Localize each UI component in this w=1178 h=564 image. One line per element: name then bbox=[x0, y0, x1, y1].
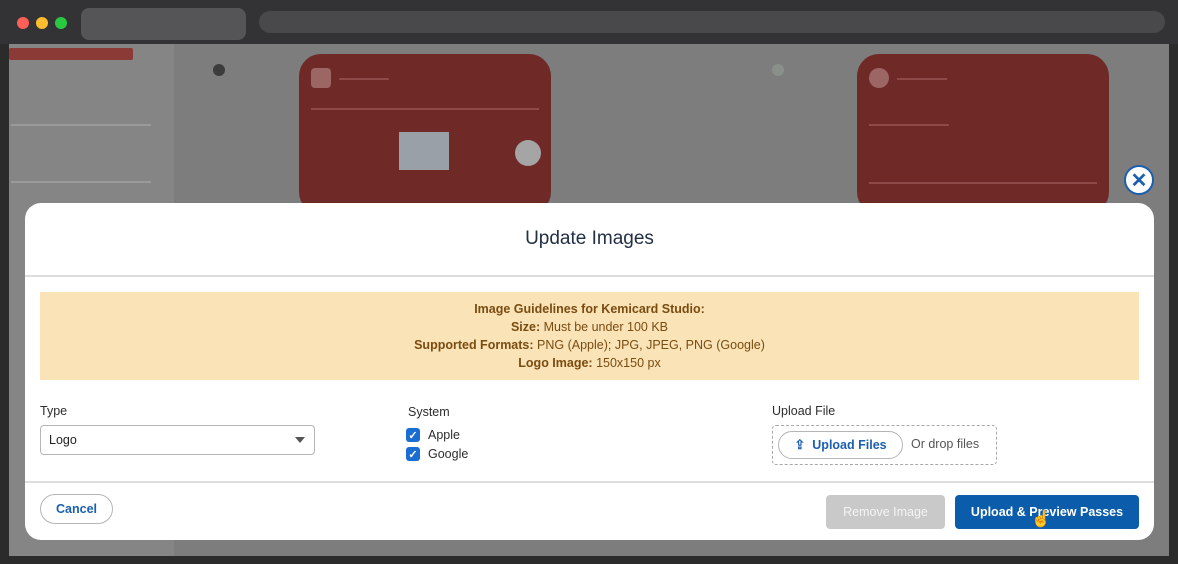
guidelines-logo: Logo Image: 150x150 px bbox=[518, 356, 661, 370]
remove-image-button[interactable]: Remove Image bbox=[826, 495, 945, 529]
browser-tab[interactable] bbox=[81, 8, 246, 40]
image-guidelines-banner: Image Guidelines for Kemicard Studio: Si… bbox=[40, 292, 1139, 380]
update-images-modal: Update Images Image Guidelines for Kemic… bbox=[25, 203, 1154, 540]
pass-barcode bbox=[399, 132, 449, 170]
pass-circle bbox=[515, 140, 541, 166]
address-bar[interactable] bbox=[259, 11, 1165, 33]
background-radio-icon bbox=[213, 64, 225, 76]
guidelines-size: Size: Must be under 100 KB bbox=[510, 320, 669, 334]
footer-divider bbox=[25, 481, 1154, 483]
guidelines-heading: Image Guidelines for Kemicard Studio: bbox=[474, 302, 705, 316]
modal-title: Update Images bbox=[525, 228, 654, 249]
upload-file-label: Upload File bbox=[772, 404, 836, 418]
system-option-google[interactable]: ✓ Google bbox=[406, 447, 468, 461]
upload-files-button[interactable]: ⇪ Upload Files bbox=[778, 431, 903, 459]
type-label: Type bbox=[40, 404, 68, 418]
hand-cursor-icon: ☝ bbox=[1031, 511, 1051, 528]
check-icon[interactable]: ✓ bbox=[406, 428, 420, 442]
guidelines-formats: Supported Formats: PNG (Apple); JPG, JPE… bbox=[414, 338, 765, 352]
close-modal-button[interactable]: ✕ bbox=[1124, 165, 1154, 195]
background-radio-icon bbox=[772, 64, 784, 76]
type-selected-value: Logo bbox=[49, 433, 77, 447]
cancel-button[interactable]: Cancel bbox=[40, 494, 113, 524]
pass-line bbox=[869, 124, 949, 126]
background-pass-preview bbox=[299, 54, 551, 214]
upload-files-label: Upload Files bbox=[812, 438, 887, 452]
close-icon: ✕ bbox=[1130, 169, 1148, 192]
background-pass-preview bbox=[857, 54, 1109, 214]
window-close-control[interactable] bbox=[17, 17, 29, 29]
system-option-label: Google bbox=[428, 447, 469, 461]
pass-logo-icon bbox=[869, 68, 889, 88]
browser-toolbar bbox=[0, 0, 1178, 44]
window-zoom-control[interactable] bbox=[55, 17, 67, 29]
background-sidebar-line bbox=[11, 124, 151, 126]
window-minimize-control[interactable] bbox=[36, 17, 48, 29]
chevron-down-icon bbox=[295, 437, 305, 443]
pass-logo-icon bbox=[311, 68, 331, 88]
drop-files-hint: Or drop files bbox=[911, 437, 980, 451]
background-sidebar-line bbox=[11, 181, 151, 183]
pass-line bbox=[897, 78, 947, 80]
check-icon[interactable]: ✓ bbox=[406, 447, 420, 461]
system-label: System bbox=[408, 405, 450, 419]
file-drop-zone[interactable]: ⇪ Upload Files Or drop files bbox=[772, 425, 997, 465]
pass-line bbox=[311, 108, 539, 110]
type-select[interactable]: Logo bbox=[40, 425, 315, 455]
system-option-apple[interactable]: ✓ Apple bbox=[406, 428, 460, 442]
background-sidebar-highlight bbox=[9, 48, 133, 60]
system-option-label: Apple bbox=[428, 428, 460, 442]
modal-header: Update Images bbox=[25, 203, 1154, 277]
pass-line bbox=[339, 78, 389, 80]
pass-line bbox=[869, 182, 1097, 184]
upload-icon: ⇪ bbox=[794, 437, 806, 452]
